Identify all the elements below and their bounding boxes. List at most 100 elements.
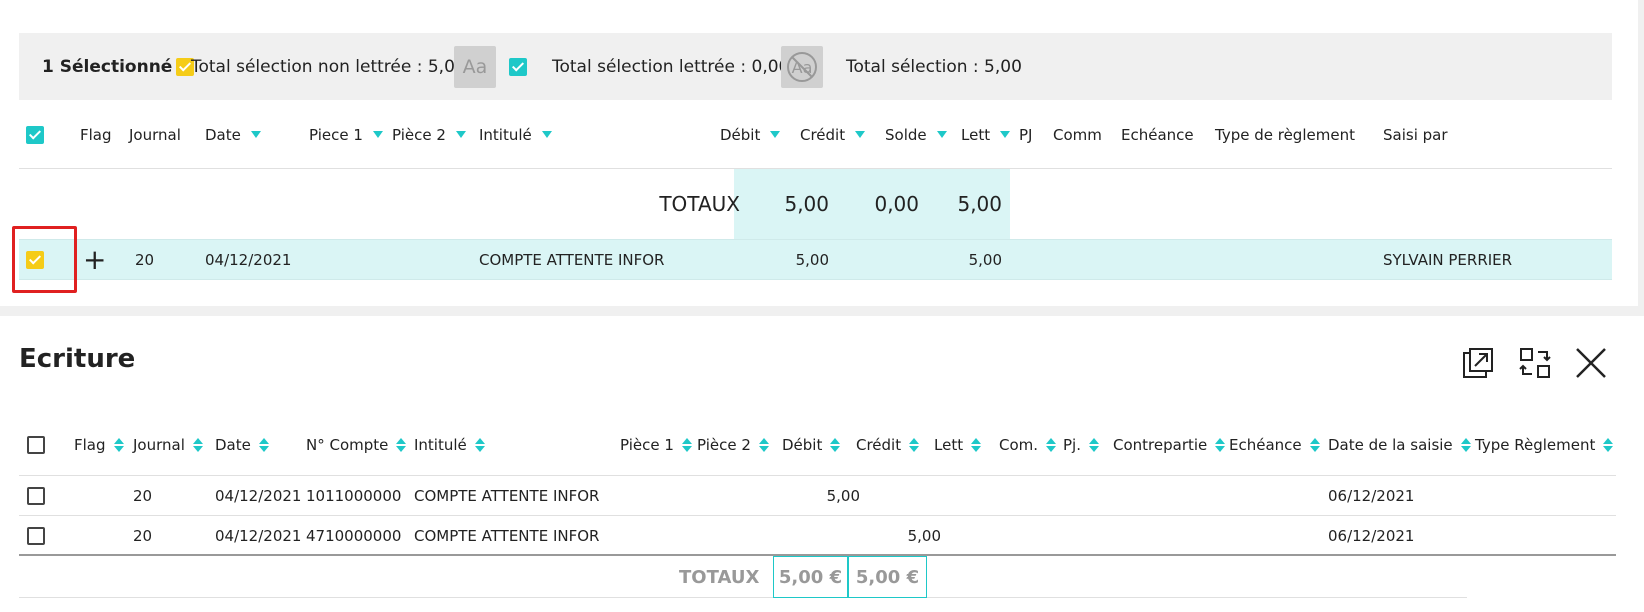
sort-icon (758, 438, 769, 452)
open-external-button[interactable] (1459, 344, 1497, 382)
cell-intitule: COMPTE ATTENTE INFOR (414, 487, 600, 505)
sort-icon (474, 438, 485, 452)
cell-compte: 1011000000 (306, 487, 402, 505)
selection-bar: 1 Sélectionné Total sélection non lettré… (19, 33, 1612, 100)
sort-icon (1460, 438, 1471, 452)
checkbox-empty-icon (27, 527, 45, 545)
col-echeance[interactable]: Echéance (1229, 414, 1320, 476)
table-row[interactable]: 20 04/12/2021 1011000000 COMPTE ATTENTE … (19, 476, 1616, 516)
col-date-saisie[interactable]: Date de la saisie (1328, 414, 1471, 476)
table-row[interactable]: + 20 04/12/2021 COMPTE ATTENTE INFOR 5,0… (19, 239, 1612, 280)
totals-debit: 5,00 € (773, 556, 848, 598)
sort-down-icon (770, 131, 781, 138)
cell-debit: 5,00 (826, 487, 860, 505)
col-intitule[interactable]: Intitulé (414, 414, 485, 476)
sort-icon (909, 438, 920, 452)
col-lett[interactable]: Lett (934, 414, 982, 476)
col-flag[interactable]: Flag (74, 414, 124, 476)
sort-down-icon (1000, 131, 1011, 138)
totals-debit: 5,00 (784, 192, 829, 216)
col-compte[interactable]: N° Compte (306, 414, 407, 476)
select-all-checkbox[interactable] (27, 414, 45, 476)
sort-icon (681, 438, 692, 452)
selected-count: 1 Sélectionné (42, 33, 195, 100)
swap-view-button[interactable] (1516, 344, 1554, 382)
cell-journal: 20 (135, 250, 155, 269)
sort-icon (113, 438, 124, 452)
cell-intitule: COMPTE ATTENTE INFOR (479, 250, 665, 269)
totals-solde: 5,00 (957, 192, 1002, 216)
ecriture-totals-row: TOTAUX 5,00 € 5,00 € (19, 556, 1467, 598)
col-type-reglement[interactable]: Type de règlement (1215, 100, 1355, 169)
col-pj[interactable]: Pj. (1063, 414, 1099, 476)
cell-date: 04/12/2021 (215, 487, 302, 505)
col-flag[interactable]: Flag (80, 100, 112, 169)
close-icon (1576, 348, 1606, 378)
swap-icon (1519, 348, 1551, 378)
col-debit[interactable]: Débit (782, 414, 841, 476)
sort-icon (971, 438, 982, 452)
sort-icon (830, 438, 841, 452)
sort-icon (1603, 438, 1614, 452)
cell-credit (856, 476, 941, 516)
cell-journal: 20 (133, 487, 153, 505)
sort-down-icon (455, 131, 466, 138)
col-com[interactable]: Com. (999, 414, 1057, 476)
totals-credit: 5,00 € (848, 556, 927, 598)
row-checkbox[interactable] (27, 476, 45, 516)
sort-down-icon (541, 131, 552, 138)
close-button[interactable] (1572, 344, 1610, 382)
total-non-lettree: Total sélection non lettrée : 5,00 (191, 56, 466, 77)
col-date[interactable]: Date (205, 100, 261, 169)
lines-panel: 1 Sélectionné Total sélection non lettré… (0, 0, 1638, 306)
totals-row: TOTAUX 5,00 0,00 5,00 (19, 169, 1612, 239)
col-piece1[interactable]: Piece 1 (309, 100, 383, 169)
col-piece2[interactable]: Pièce 2 (697, 414, 769, 476)
panel-title: Ecriture (19, 344, 136, 374)
row-checkbox[interactable] (27, 516, 45, 556)
checkbox-checked-icon (26, 125, 44, 144)
col-debit[interactable]: Débit (720, 100, 781, 169)
highlight-annotation (12, 226, 77, 293)
lines-table-header: Flag Journal Date Piece 1 Pièce 2 Intitu… (19, 100, 1612, 169)
cell-saisi-par: SYLVAIN PERRIER (1383, 250, 1513, 269)
col-pj[interactable]: PJ (1019, 100, 1032, 169)
col-contrepartie[interactable]: Contrepartie (1113, 414, 1226, 476)
col-journal[interactable]: Journal (133, 414, 203, 476)
col-comm[interactable]: Comm (1053, 100, 1102, 169)
totals-label: TOTAUX (659, 192, 740, 216)
col-credit[interactable]: Crédit (856, 414, 920, 476)
col-date[interactable]: Date (215, 414, 269, 476)
open-external-icon (1463, 348, 1493, 378)
col-piece2[interactable]: Pièce 2 (392, 100, 466, 169)
table-row[interactable]: 20 04/12/2021 4710000000 COMPTE ATTENTE … (19, 516, 1616, 556)
cell-debit (782, 516, 860, 556)
sort-icon (1046, 438, 1057, 452)
select-all-checkbox[interactable] (26, 100, 44, 169)
col-journal[interactable]: Journal (129, 100, 181, 169)
delettrer-button[interactable]: Aa (781, 33, 823, 100)
sort-icon (396, 438, 407, 452)
sort-down-icon (855, 131, 866, 138)
cell-intitule: COMPTE ATTENTE INFOR (414, 527, 600, 545)
col-intitule[interactable]: Intitulé (479, 100, 552, 169)
lettrer-button[interactable]: Aa (454, 33, 496, 100)
col-echeance[interactable]: Echéance (1121, 100, 1194, 169)
col-saisi-par[interactable]: Saisi par (1383, 100, 1448, 169)
col-lett[interactable]: Lett (961, 100, 1011, 169)
col-solde[interactable]: Solde (885, 100, 947, 169)
cell-date: 04/12/2021 (205, 250, 292, 269)
expand-row-button[interactable]: + (83, 240, 106, 279)
sort-down-icon (936, 131, 947, 138)
checkbox-empty-icon (27, 487, 45, 505)
sort-icon (1309, 438, 1320, 452)
cell-date-saisie: 06/12/2021 (1328, 487, 1415, 505)
lettree-filter-checkbox[interactable] (509, 33, 527, 100)
checkbox-checked-icon (509, 57, 527, 76)
total-lettree: Total sélection lettrée : 0,00 (552, 56, 790, 77)
totals-credit: 0,00 (874, 192, 919, 216)
col-piece1[interactable]: Pièce 1 (620, 414, 692, 476)
col-type-reglement[interactable]: Type Règlement (1475, 414, 1614, 476)
col-credit[interactable]: Crédit (800, 100, 866, 169)
cell-journal: 20 (133, 527, 153, 545)
